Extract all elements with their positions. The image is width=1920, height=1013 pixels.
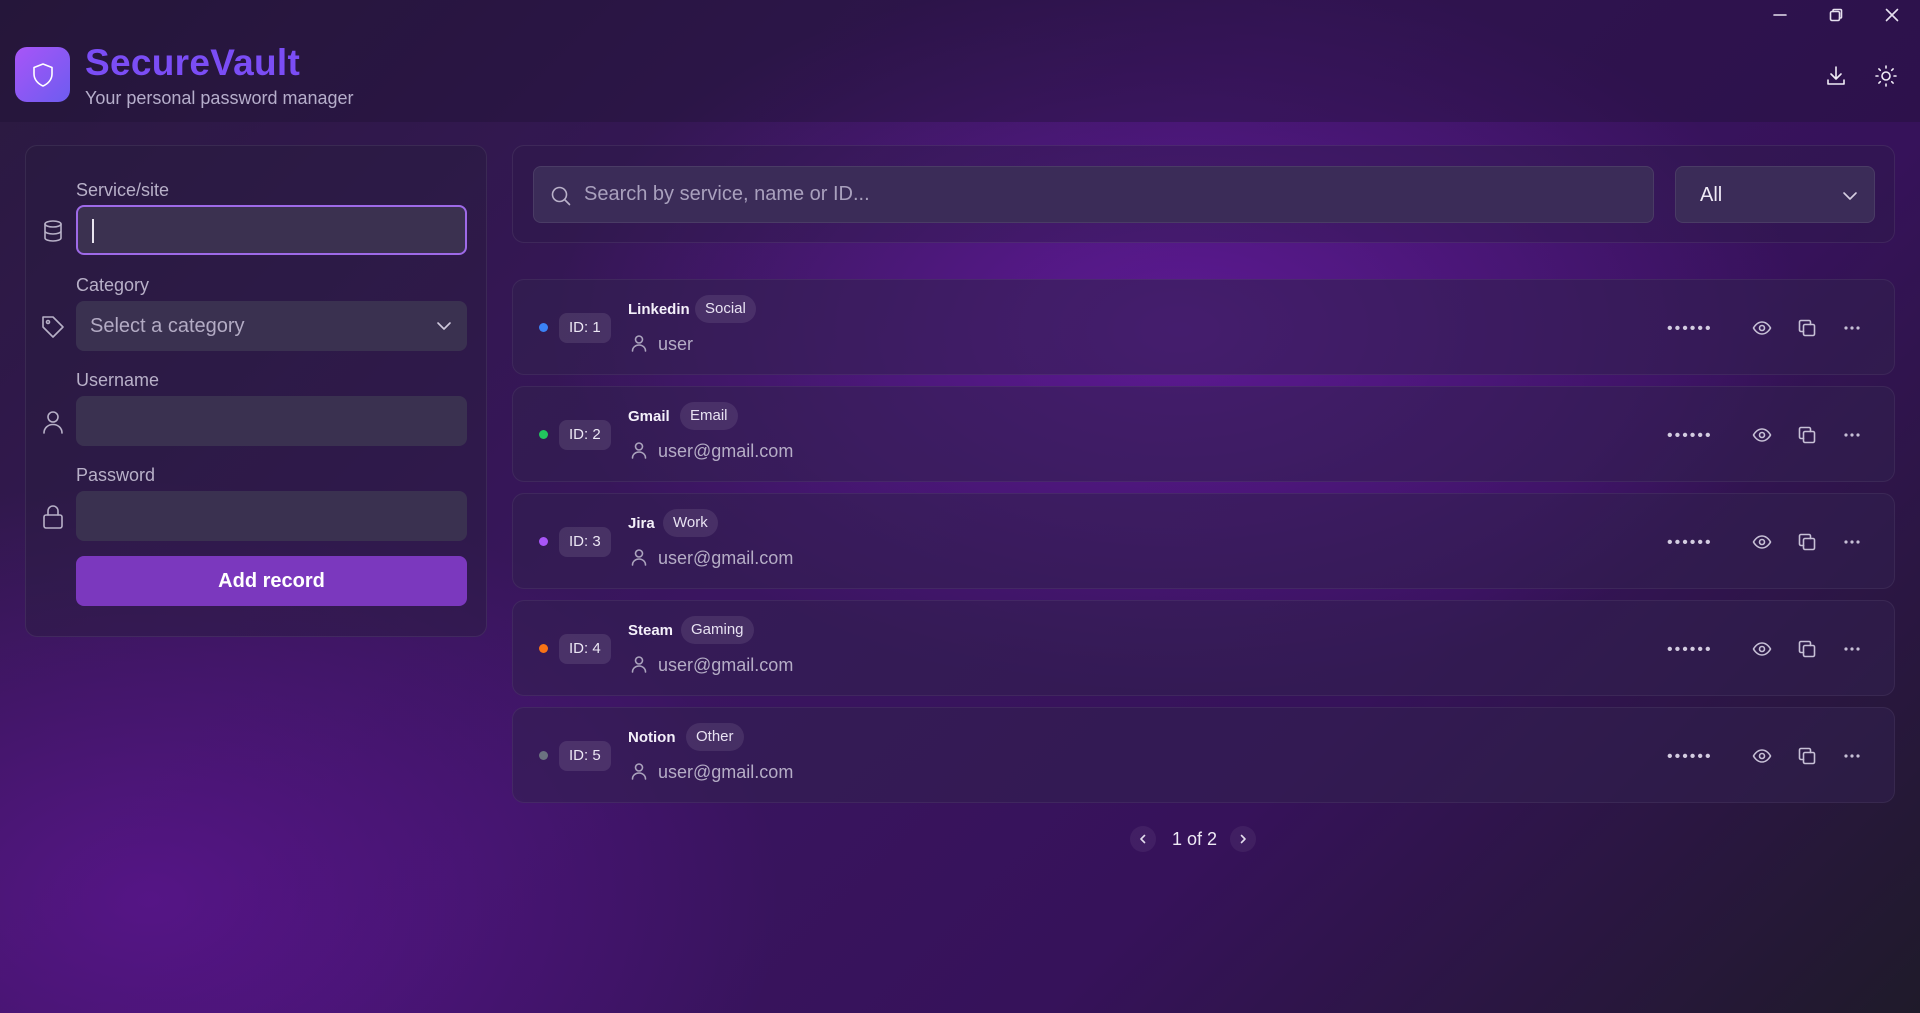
category-select-value: Select a category: [90, 315, 245, 337]
filter-value: All: [1700, 184, 1723, 206]
restore-icon[interactable]: [1808, 0, 1864, 30]
record-category-badge: Social: [695, 295, 756, 323]
category-dot: [539, 537, 548, 546]
record-service-name: Jira: [628, 515, 655, 532]
more-options-icon[interactable]: [1841, 638, 1863, 660]
record-username: user@gmail.com: [658, 655, 794, 675]
lock-icon: [40, 504, 66, 530]
category-dot: [539, 323, 548, 332]
add-record-form: Service/site Category Select a category …: [25, 145, 487, 637]
eye-icon[interactable]: [1751, 638, 1773, 660]
add-record-button[interactable]: Add record: [76, 556, 467, 606]
database-icon: [40, 218, 66, 244]
record-id-badge: ID: 2: [559, 420, 611, 450]
chevron-down-icon: [1842, 188, 1858, 204]
username-label: Username: [76, 370, 160, 390]
record-category-badge: Gaming: [681, 616, 754, 644]
record-card[interactable]: ID: 3 Jira Work user@gmail.com ••••••: [512, 493, 1895, 589]
category-label: Category: [76, 275, 150, 295]
eye-icon[interactable]: [1751, 745, 1773, 767]
copy-icon[interactable]: [1796, 745, 1818, 767]
copy-icon[interactable]: [1796, 638, 1818, 660]
shield-logo-icon: [15, 47, 70, 102]
category-filter-select[interactable]: All: [1675, 166, 1875, 223]
category-dot: [539, 644, 548, 653]
record-id-badge: ID: 3: [559, 527, 611, 557]
username-input[interactable]: [76, 396, 467, 446]
eye-icon[interactable]: [1751, 424, 1773, 446]
record-username: user@gmail.com: [658, 441, 794, 461]
copy-icon[interactable]: [1796, 531, 1818, 553]
record-category-badge: Other: [686, 723, 744, 751]
search-box: [533, 166, 1654, 223]
record-id-badge: ID: 1: [559, 313, 611, 343]
password-input[interactable]: [76, 491, 467, 541]
user-icon: [40, 409, 66, 435]
page-indicator: 1 of 2: [1172, 829, 1218, 849]
copy-icon[interactable]: [1796, 424, 1818, 446]
app-header: SecureVault Your personal password manag…: [0, 0, 1920, 122]
window-controls: [1752, 0, 1920, 30]
record-card[interactable]: ID: 4 Steam Gaming user@gmail.com ••••••: [512, 600, 1895, 696]
masked-password: ••••••: [1667, 320, 1713, 337]
next-page-button[interactable]: [1230, 826, 1256, 852]
record-card[interactable]: ID: 5 Notion Other user@gmail.com ••••••: [512, 707, 1895, 803]
user-icon: [630, 334, 648, 352]
user-icon: [630, 441, 648, 459]
app-subtitle: Your personal password manager: [85, 88, 354, 108]
record-username: user: [658, 334, 694, 354]
minimize-icon[interactable]: [1752, 0, 1808, 30]
masked-password: ••••••: [1667, 534, 1713, 551]
category-select[interactable]: Select a category: [76, 301, 467, 351]
record-service-name: Gmail: [628, 408, 670, 425]
search-input[interactable]: [584, 167, 1634, 222]
tag-icon: [40, 314, 66, 340]
masked-password: ••••••: [1667, 427, 1713, 444]
close-icon[interactable]: [1864, 0, 1920, 30]
record-service-name: Notion: [628, 729, 676, 746]
app-title: SecureVault: [85, 42, 301, 83]
record-card[interactable]: ID: 1 Linkedin Social user ••••••: [512, 279, 1895, 375]
masked-password: ••••••: [1667, 641, 1713, 658]
user-icon: [630, 548, 648, 566]
search-icon: [550, 185, 572, 207]
record-category-badge: Email: [680, 402, 738, 430]
chevron-down-icon: [435, 317, 453, 335]
more-options-icon[interactable]: [1841, 424, 1863, 446]
theme-toggle-icon[interactable]: [1872, 62, 1900, 90]
record-category-badge: Work: [663, 509, 718, 537]
record-service-name: Steam: [628, 622, 674, 639]
user-icon: [630, 762, 648, 780]
user-icon: [630, 655, 648, 673]
download-icon[interactable]: [1822, 62, 1850, 90]
record-id-badge: ID: 4: [559, 634, 611, 664]
category-dot: [539, 430, 548, 439]
masked-password: ••••••: [1667, 748, 1713, 765]
record-id-badge: ID: 5: [559, 741, 611, 771]
service-input[interactable]: [76, 205, 467, 255]
more-options-icon[interactable]: [1841, 531, 1863, 553]
record-card[interactable]: ID: 2 Gmail Email user@gmail.com ••••••: [512, 386, 1895, 482]
record-username: user@gmail.com: [658, 762, 794, 782]
previous-page-button[interactable]: [1130, 826, 1156, 852]
search-panel: All: [512, 145, 1895, 243]
more-options-icon[interactable]: [1841, 745, 1863, 767]
record-username: user@gmail.com: [658, 548, 794, 568]
record-service-name: Linkedin: [628, 301, 690, 318]
eye-icon[interactable]: [1751, 531, 1773, 553]
text-caret: [92, 219, 94, 243]
more-options-icon[interactable]: [1841, 317, 1863, 339]
password-label: Password: [76, 465, 156, 485]
service-label: Service/site: [76, 180, 170, 200]
pagination: 1 of 2: [1130, 826, 1260, 852]
copy-icon[interactable]: [1796, 317, 1818, 339]
eye-icon[interactable]: [1751, 317, 1773, 339]
category-dot: [539, 751, 548, 760]
